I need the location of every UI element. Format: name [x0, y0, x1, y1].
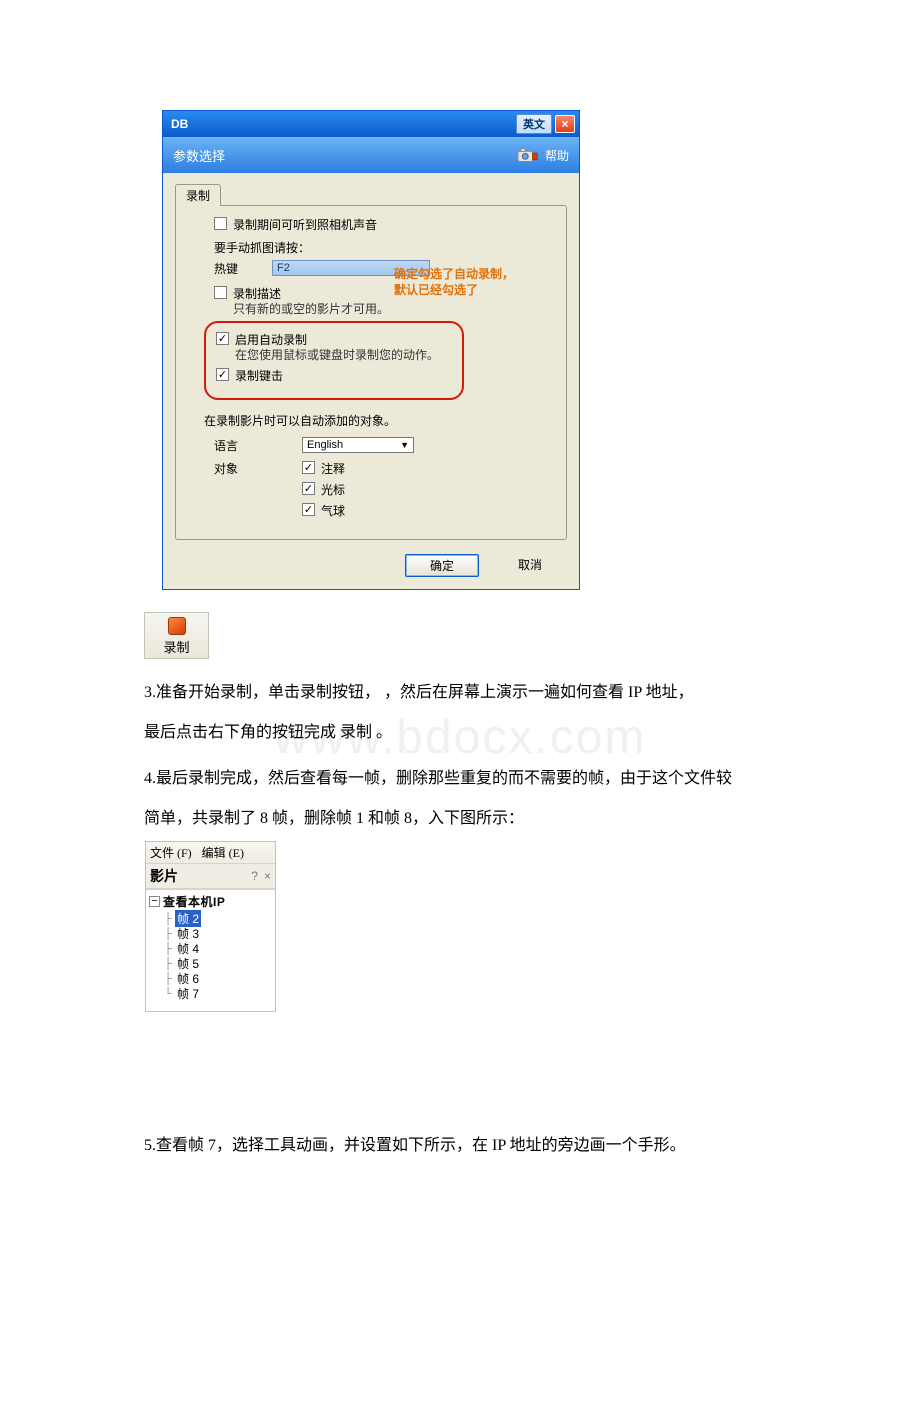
close-icon: ×: [561, 117, 568, 131]
frames-panel-header: 影片 ? ×: [146, 864, 275, 889]
page-content: DB 英文 × 参数选择 帮助 录制 录制期间可听到照相机声音 要手动抓图请按：: [0, 110, 920, 1160]
dialog-button-row: 确定 取消: [163, 546, 579, 589]
checkbox-camera-sound[interactable]: [214, 217, 227, 230]
record-button-label: 录制: [163, 640, 189, 655]
tree-connector-icon: ├: [161, 973, 175, 985]
label-record-desc: 录制描述: [233, 285, 389, 302]
row-obj-cursor: 光标: [302, 481, 345, 498]
tab-record[interactable]: 录制: [175, 184, 221, 206]
row-auto-record: 启用自动录制 在您使用鼠标或键盘时录制您的动作。: [216, 331, 452, 363]
language-value: English: [307, 439, 343, 451]
frames-close-icon[interactable]: ×: [264, 869, 271, 883]
cancel-button[interactable]: 取消: [493, 554, 567, 577]
menu-edit[interactable]: 编辑 (E): [202, 844, 244, 861]
record-button-container: 录制: [144, 612, 920, 659]
tree-item[interactable]: ├帧 4: [159, 941, 272, 956]
camera-icon: [517, 145, 539, 165]
row-camera-sound: 录制期间可听到照相机声音: [214, 216, 556, 233]
help-link[interactable]: 帮助: [545, 147, 569, 164]
frames-tree: − 查看本机IP ├帧 2 ├帧 3 ├帧 4 ├帧 5 ├帧 6 └帧 7: [146, 889, 275, 1011]
label-obj-annotation: 注释: [321, 460, 345, 477]
tree-connector-icon: └: [161, 988, 175, 1000]
label-record-keys: 录制键击: [235, 367, 283, 384]
object-label: 对象: [214, 460, 272, 477]
tree-children: ├帧 2 ├帧 3 ├帧 4 ├帧 5 ├帧 6 └帧 7: [159, 911, 272, 1001]
checkbox-balloon[interactable]: [302, 503, 315, 516]
label-obj-balloon: 气球: [321, 502, 345, 519]
label-camera-sound: 录制期间可听到照相机声音: [233, 216, 377, 233]
checkbox-cursor[interactable]: [302, 482, 315, 495]
tree-item[interactable]: ├帧 3: [159, 926, 272, 941]
label-manual-capture: 要手动抓图请按：: [214, 239, 556, 256]
checkbox-record-keys[interactable]: [216, 368, 229, 381]
tree-root[interactable]: − 查看本机IP: [149, 893, 272, 910]
frames-help-icon[interactable]: ?: [251, 869, 258, 883]
label-obj-cursor: 光标: [321, 481, 345, 498]
label-auto-record: 启用自动录制: [235, 331, 439, 348]
tree-connector-icon: ├: [161, 913, 175, 925]
dialog-title: DB: [171, 117, 516, 131]
close-button[interactable]: ×: [555, 115, 575, 133]
tab-panel: 录制期间可听到照相机声音 要手动抓图请按： 热键 F2 确定勾选了自动录制， 默…: [175, 205, 567, 540]
frames-menubar: 文件 (F) 编辑 (E): [146, 842, 275, 864]
highlight-box: 启用自动录制 在您使用鼠标或键盘时录制您的动作。 录制键击: [204, 321, 464, 400]
language-label: 语言: [214, 437, 272, 454]
checkbox-record-desc[interactable]: [214, 286, 227, 299]
collapse-icon[interactable]: −: [149, 896, 160, 907]
record-button[interactable]: 录制: [144, 612, 209, 659]
tree-connector-icon: ├: [161, 928, 175, 940]
tree-item[interactable]: ├帧 2: [159, 911, 272, 926]
menu-file[interactable]: 文件 (F): [150, 844, 192, 861]
row-obj-balloon: 气球: [302, 502, 345, 519]
ok-button[interactable]: 确定: [405, 554, 479, 577]
tree-root-label: 查看本机IP: [163, 893, 225, 910]
row-objects: 对象 注释 光标 气球: [214, 460, 556, 523]
note-auto-record: 在您使用鼠标或键盘时录制您的动作。: [235, 348, 439, 363]
tree-connector-icon: ├: [161, 958, 175, 970]
paragraph-4b: 简单，共录制了 8 帧，删除帧 1 和帧 8，入下图所示：: [144, 805, 880, 833]
frames-panel-title: 影片: [150, 866, 178, 886]
label-auto-add-objects: 在录制影片时可以自动添加的对象。: [204, 412, 556, 429]
subheader-label: 参数选择: [173, 146, 517, 165]
paragraph-3: 3.准备开始录制，单击录制按钮， ，然后在屏幕上演示一遍如何查看 IP 地址，: [144, 679, 880, 707]
callout-annotation: 确定勾选了自动录制， 默认已经勾选了: [394, 266, 514, 298]
paragraph-5: 5.查看帧 7，选择工具动画，并设置如下所示，在 IP 地址的旁边画一个手形。: [144, 1132, 920, 1160]
row-record-keys: 录制键击: [216, 367, 452, 384]
tree-item[interactable]: ├帧 6: [159, 971, 272, 986]
language-select[interactable]: English ▼: [302, 437, 414, 453]
language-toggle-button[interactable]: 英文: [516, 114, 552, 134]
record-icon: [168, 617, 186, 635]
dialog-window: DB 英文 × 参数选择 帮助 录制 录制期间可听到照相机声音 要手动抓图请按：: [162, 110, 580, 590]
row-language: 语言 English ▼: [214, 437, 556, 454]
frames-panel: 文件 (F) 编辑 (E) 影片 ? × − 查看本机IP ├帧 2 ├帧 3 …: [145, 841, 276, 1012]
dialog-body: 录制 录制期间可听到照相机声音 要手动抓图请按： 热键 F2 确定勾选了自动录制…: [163, 173, 579, 546]
checkbox-annotation[interactable]: [302, 461, 315, 474]
tree-item-label: 帧 7: [175, 985, 201, 1002]
dialog-titlebar: DB 英文 ×: [163, 111, 579, 137]
hotkey-label: 热键: [214, 260, 272, 277]
chevron-down-icon: ▼: [400, 440, 409, 450]
dialog-subheader: 参数选择 帮助: [163, 137, 579, 173]
tree-connector-icon: ├: [161, 943, 175, 955]
tree-item[interactable]: ├帧 5: [159, 956, 272, 971]
paragraph-3b: 最后点击右下角的按钮完成 录制 。: [144, 719, 880, 747]
checkbox-auto-record[interactable]: [216, 332, 229, 345]
note-record-desc: 只有新的或空的影片才可用。: [233, 302, 389, 317]
tree-item[interactable]: └帧 7: [159, 986, 272, 1001]
row-obj-annotation: 注释: [302, 460, 345, 477]
paragraph-4: 4.最后录制完成，然后查看每一帧，删除那些重复的而不需要的帧，由于这个文件较: [144, 765, 880, 793]
